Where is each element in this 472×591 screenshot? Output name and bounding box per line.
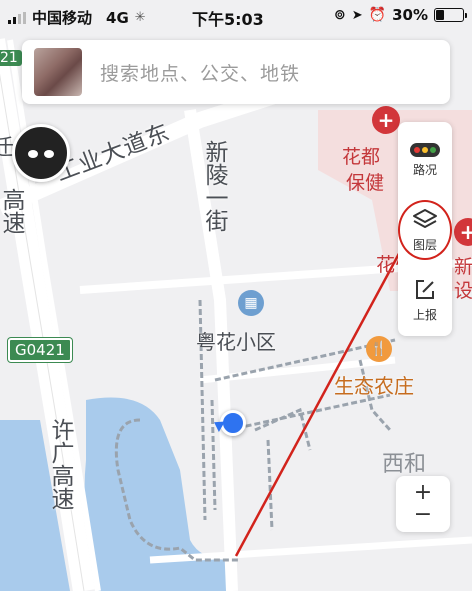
zoom-control: + − bbox=[396, 476, 450, 532]
edit-icon bbox=[416, 279, 434, 299]
traffic-button[interactable]: 路况 bbox=[398, 126, 452, 194]
map-tool-panel: 路况 图层 上报 bbox=[398, 122, 452, 336]
avatar[interactable] bbox=[34, 48, 82, 96]
carrier-label: 中国移动 bbox=[32, 9, 93, 27]
clock: 下午5:03 bbox=[192, 10, 264, 29]
report-button[interactable]: 上报 bbox=[398, 266, 452, 334]
zoom-in-button[interactable]: + bbox=[414, 482, 432, 504]
traffic-light-icon bbox=[410, 142, 440, 157]
layers-button[interactable]: 图层 bbox=[398, 196, 452, 264]
traffic-label: 路况 bbox=[412, 162, 437, 177]
report-label: 上报 bbox=[412, 307, 437, 322]
search-input[interactable]: 搜索地点、公交、地铁 bbox=[100, 59, 300, 86]
battery-icon bbox=[434, 8, 467, 22]
alarm-icon: ⏰ bbox=[368, 7, 387, 23]
signal-icon bbox=[8, 11, 26, 24]
mascot-icon bbox=[28, 150, 54, 158]
battery-percent: 30% bbox=[392, 6, 428, 24]
highlight-circle bbox=[398, 200, 452, 260]
loading-icon: ✳ bbox=[134, 10, 146, 25]
search-bar[interactable]: 搜索地点、公交、地铁 bbox=[22, 40, 450, 104]
rotation-lock-icon: ⊚ bbox=[334, 7, 346, 23]
location-arrow-icon: ➤ bbox=[351, 7, 363, 23]
network-label: 4G bbox=[106, 8, 129, 27]
zoom-out-button[interactable]: − bbox=[414, 504, 432, 526]
mascot-button[interactable] bbox=[12, 124, 70, 182]
status-bar: 中国移动 4G ✳ 下午5:03 ⊚ ➤ ⏰ 30% bbox=[0, 0, 472, 34]
